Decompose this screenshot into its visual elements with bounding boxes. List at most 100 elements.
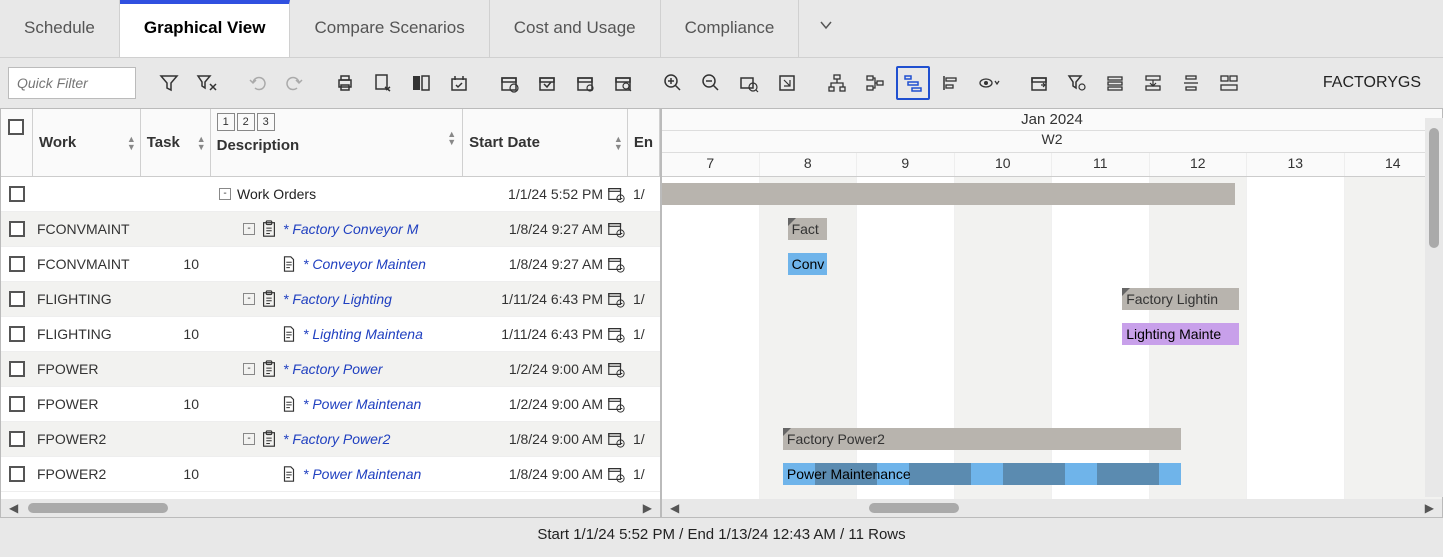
cell-start-date: 1/11/24 6:43 PM	[464, 325, 629, 343]
col-header-work[interactable]: Work▲▼	[33, 109, 141, 176]
expand-toggle[interactable]: -	[243, 433, 255, 445]
expand-toggle[interactable]: -	[243, 363, 255, 375]
col-header-end-date[interactable]: En	[628, 109, 660, 176]
tab-cost-usage[interactable]: Cost and Usage	[490, 0, 661, 57]
bars-stack-icon[interactable]	[1136, 66, 1170, 100]
table-row[interactable]: FPOWER10* Power Maintenan1/2/24 9:00 AM	[1, 387, 660, 422]
zoom-out-icon[interactable]	[694, 66, 728, 100]
tab-overflow-dropdown[interactable]	[799, 0, 853, 57]
cell-work: FPOWER	[33, 361, 141, 377]
row-checkbox[interactable]	[9, 256, 25, 272]
redo-icon[interactable]	[278, 66, 312, 100]
cell-start-date: 1/8/24 9:27 AM	[464, 255, 629, 273]
gantt-bar[interactable]: Fact	[788, 218, 827, 240]
table-row[interactable]: FPOWER2-* Factory Power21/8/24 9:00 AM1/	[1, 422, 660, 457]
level-1-button[interactable]: 1	[217, 113, 235, 131]
level-3-button[interactable]: 3	[257, 113, 275, 131]
cell-task: 10	[141, 396, 211, 412]
row-checkbox[interactable]	[9, 186, 25, 202]
row-checkbox[interactable]	[9, 291, 25, 307]
row-checkbox[interactable]	[9, 431, 25, 447]
gantt-scroll-right-icon[interactable]: ▶	[1425, 501, 1434, 515]
quick-filter-input[interactable]	[8, 67, 136, 99]
col-header-checkbox[interactable]	[1, 109, 33, 176]
goto-icon[interactable]	[770, 66, 804, 100]
expand-toggle[interactable]: -	[243, 293, 255, 305]
commit-icon[interactable]	[442, 66, 476, 100]
table-row[interactable]: FCONVMAINT10* Conveyor Mainten1/8/24 9:2…	[1, 247, 660, 282]
layout-icon[interactable]	[1212, 66, 1246, 100]
cell-task: 10	[141, 326, 211, 342]
table-row[interactable]: FLIGHTING-* Factory Lighting1/11/24 6:43…	[1, 282, 660, 317]
table-row[interactable]: FLIGHTING10* Lighting Maintena1/11/24 6:…	[1, 317, 660, 352]
grid-hscroll[interactable]: ◀ ▶	[1, 499, 660, 517]
table-row[interactable]: FPOWER-* Factory Power1/2/24 9:00 AM	[1, 352, 660, 387]
tab-compare-scenarios[interactable]: Compare Scenarios	[290, 0, 489, 57]
resource-icon[interactable]	[858, 66, 892, 100]
export-icon[interactable]	[366, 66, 400, 100]
filter-icon[interactable]	[152, 66, 186, 100]
row-checkbox[interactable]	[9, 221, 25, 237]
calendar-search-icon[interactable]	[606, 66, 640, 100]
cell-work: FPOWER2	[33, 466, 141, 482]
cell-end-date: 1/	[629, 326, 660, 342]
row-checkbox[interactable]	[9, 396, 25, 412]
table-row[interactable]: -Work Orders1/1/24 5:52 PM1/	[1, 177, 660, 212]
cell-end-date: 1/	[629, 431, 660, 447]
tab-compliance[interactable]: Compliance	[661, 0, 800, 57]
tab-schedule[interactable]: Schedule	[0, 0, 120, 57]
bars-distribute-icon[interactable]	[1174, 66, 1208, 100]
gantt-hscroll[interactable]: ◀ ▶	[662, 499, 1442, 517]
gantt-view-icon[interactable]	[896, 66, 930, 100]
gantt-bar[interactable]: Factory Lightin	[1122, 288, 1239, 310]
cell-work: FPOWER2	[33, 431, 141, 447]
split-view-icon[interactable]	[404, 66, 438, 100]
cell-work: FLIGHTING	[33, 326, 141, 342]
timeline-day: 9	[857, 153, 955, 176]
bars-align-icon[interactable]	[1098, 66, 1132, 100]
scroll-right-icon[interactable]: ▶	[643, 501, 652, 515]
eye-dropdown-icon[interactable]	[972, 66, 1006, 100]
vertical-scrollbar[interactable]	[1425, 118, 1443, 497]
calendar-lock-icon[interactable]	[530, 66, 564, 100]
calendar-check-icon[interactable]	[568, 66, 602, 100]
gantt-scroll-left-icon[interactable]: ◀	[670, 501, 679, 515]
expand-toggle[interactable]: -	[243, 223, 255, 235]
calendar-arrow-icon[interactable]	[1022, 66, 1056, 100]
cell-end-date: 1/	[629, 291, 660, 307]
cell-work: FCONVMAINT	[33, 221, 141, 237]
grid-body: -Work Orders1/1/24 5:52 PM1/FCONVMAINT -*…	[1, 177, 660, 499]
col-header-description[interactable]: 1 2 3 Description▲▼	[211, 109, 464, 176]
calendar-refresh-icon[interactable]	[492, 66, 526, 100]
tab-graphical-view[interactable]: Graphical View	[120, 0, 291, 57]
row-checkbox[interactable]	[9, 326, 25, 342]
table-row[interactable]: FPOWER210* Power Maintenan1/8/24 9:00 AM…	[1, 457, 660, 492]
gantt-bar[interactable]	[662, 183, 1235, 205]
clear-filter-icon[interactable]	[190, 66, 224, 100]
grid-header: Work▲▼ Task▲▼ 1 2 3 Description▲▼ Start …	[1, 109, 660, 177]
expand-toggle[interactable]: -	[219, 188, 231, 200]
zoom-fit-icon[interactable]	[732, 66, 766, 100]
toolbar: FACTORYGS	[0, 58, 1443, 108]
align-left-icon[interactable]	[934, 66, 968, 100]
table-row[interactable]: FCONVMAINT-* Factory Conveyor M1/8/24 9:…	[1, 212, 660, 247]
gantt-bar[interactable]: Conv	[788, 253, 827, 275]
row-checkbox[interactable]	[9, 361, 25, 377]
gantt-body[interactable]: Fact Conv Factory Lightin Lighting Mainte Fa…	[662, 177, 1442, 499]
col-header-start-date[interactable]: Start Date▲▼	[463, 109, 628, 176]
print-icon[interactable]	[328, 66, 362, 100]
gantt-bar[interactable]: Factory Power2	[783, 428, 1181, 450]
undo-icon[interactable]	[240, 66, 274, 100]
hierarchy-icon[interactable]	[820, 66, 854, 100]
tab-bar: Schedule Graphical View Compare Scenario…	[0, 0, 1443, 58]
col-header-task[interactable]: Task▲▼	[141, 109, 211, 176]
scroll-left-icon[interactable]: ◀	[9, 501, 18, 515]
filter-settings-icon[interactable]	[1060, 66, 1094, 100]
gantt-pane: Jan 2024 W2 7891011121314 FactConvFactor…	[662, 109, 1442, 517]
zoom-in-icon[interactable]	[656, 66, 690, 100]
gantt-bar[interactable]: Lighting Mainte	[1122, 323, 1239, 345]
cell-description: -* Factory Power	[211, 360, 464, 378]
level-2-button[interactable]: 2	[237, 113, 255, 131]
row-checkbox[interactable]	[9, 466, 25, 482]
gantt-bar[interactable]: Power Maintenance	[783, 463, 1181, 485]
